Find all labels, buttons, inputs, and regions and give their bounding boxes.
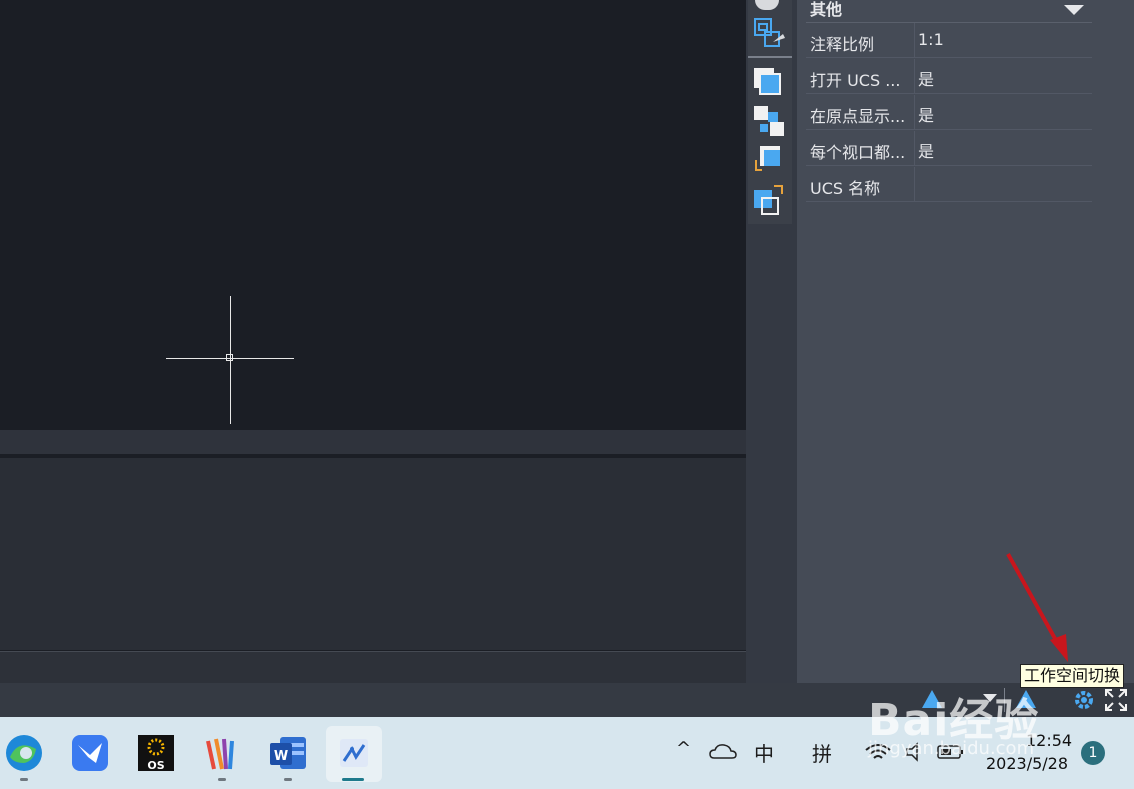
svg-text:W: W bbox=[274, 749, 288, 764]
notification-badge[interactable]: 1 bbox=[1081, 741, 1105, 765]
property-label: UCS 名称 bbox=[810, 179, 881, 198]
property-value[interactable]: 是 bbox=[918, 102, 934, 126]
word-icon[interactable]: W bbox=[264, 729, 312, 777]
property-row-per-viewport[interactable]: 每个视口都... 是 bbox=[806, 131, 1092, 166]
collapse-arrow-icon[interactable] bbox=[1064, 5, 1084, 15]
property-value[interactable]: 1:1 bbox=[918, 30, 944, 49]
rotate-viewport-icon[interactable] bbox=[752, 182, 786, 216]
property-row-origin-display[interactable]: 在原点显示... 是 bbox=[806, 95, 1092, 130]
property-label: 打开 UCS ... bbox=[810, 71, 901, 90]
cad-app-icon[interactable] bbox=[330, 729, 378, 777]
ucs-manager-icon[interactable] bbox=[753, 16, 787, 50]
canvas-horizontal-scrollbar[interactable] bbox=[0, 430, 746, 454]
property-label: 每个视口都... bbox=[810, 143, 906, 162]
workspace-gear-icon[interactable] bbox=[1072, 688, 1096, 712]
colorful-app-icon[interactable] bbox=[198, 729, 246, 777]
command-input[interactable] bbox=[0, 651, 797, 683]
swap-viewport-icon[interactable] bbox=[752, 142, 786, 176]
property-label: 注释比例 bbox=[810, 35, 875, 54]
edge-icon[interactable] bbox=[0, 729, 48, 777]
ime-mode[interactable]: 拼 bbox=[812, 738, 832, 767]
drawing-canvas[interactable] bbox=[0, 0, 746, 430]
command-history bbox=[0, 458, 770, 650]
property-row-annotation-scale[interactable]: 注释比例 1:1 bbox=[806, 23, 1092, 58]
tray-overflow-chevron[interactable]: ^ bbox=[676, 738, 691, 759]
svg-text:OS: OS bbox=[147, 759, 164, 772]
property-label: 在原点显示... bbox=[810, 107, 906, 126]
property-row-ucs-name[interactable]: UCS 名称 bbox=[806, 167, 1092, 202]
property-value[interactable]: 是 bbox=[918, 66, 934, 90]
crosshair-pickbox bbox=[226, 354, 233, 361]
section-header[interactable] bbox=[806, 0, 1092, 23]
onedrive-sync-icon[interactable] bbox=[708, 740, 738, 764]
annotation-arrow bbox=[1006, 553, 1068, 662]
fullscreen-icon[interactable] bbox=[1104, 688, 1128, 712]
split-viewport-icon[interactable] bbox=[752, 104, 786, 138]
section-title: 其他 bbox=[810, 0, 843, 19]
ime-language[interactable]: 中 bbox=[754, 738, 774, 767]
tool-separator bbox=[748, 56, 792, 58]
baidu-watermark-url: jingyan.baidu.com bbox=[868, 738, 1035, 759]
feishu-icon[interactable] bbox=[66, 729, 114, 777]
property-row-ucs-open[interactable]: 打开 UCS ... 是 bbox=[806, 59, 1092, 94]
copy-viewport-icon[interactable] bbox=[752, 66, 786, 100]
property-value[interactable]: 是 bbox=[918, 138, 934, 162]
os-app-icon[interactable]: OS bbox=[132, 729, 180, 777]
